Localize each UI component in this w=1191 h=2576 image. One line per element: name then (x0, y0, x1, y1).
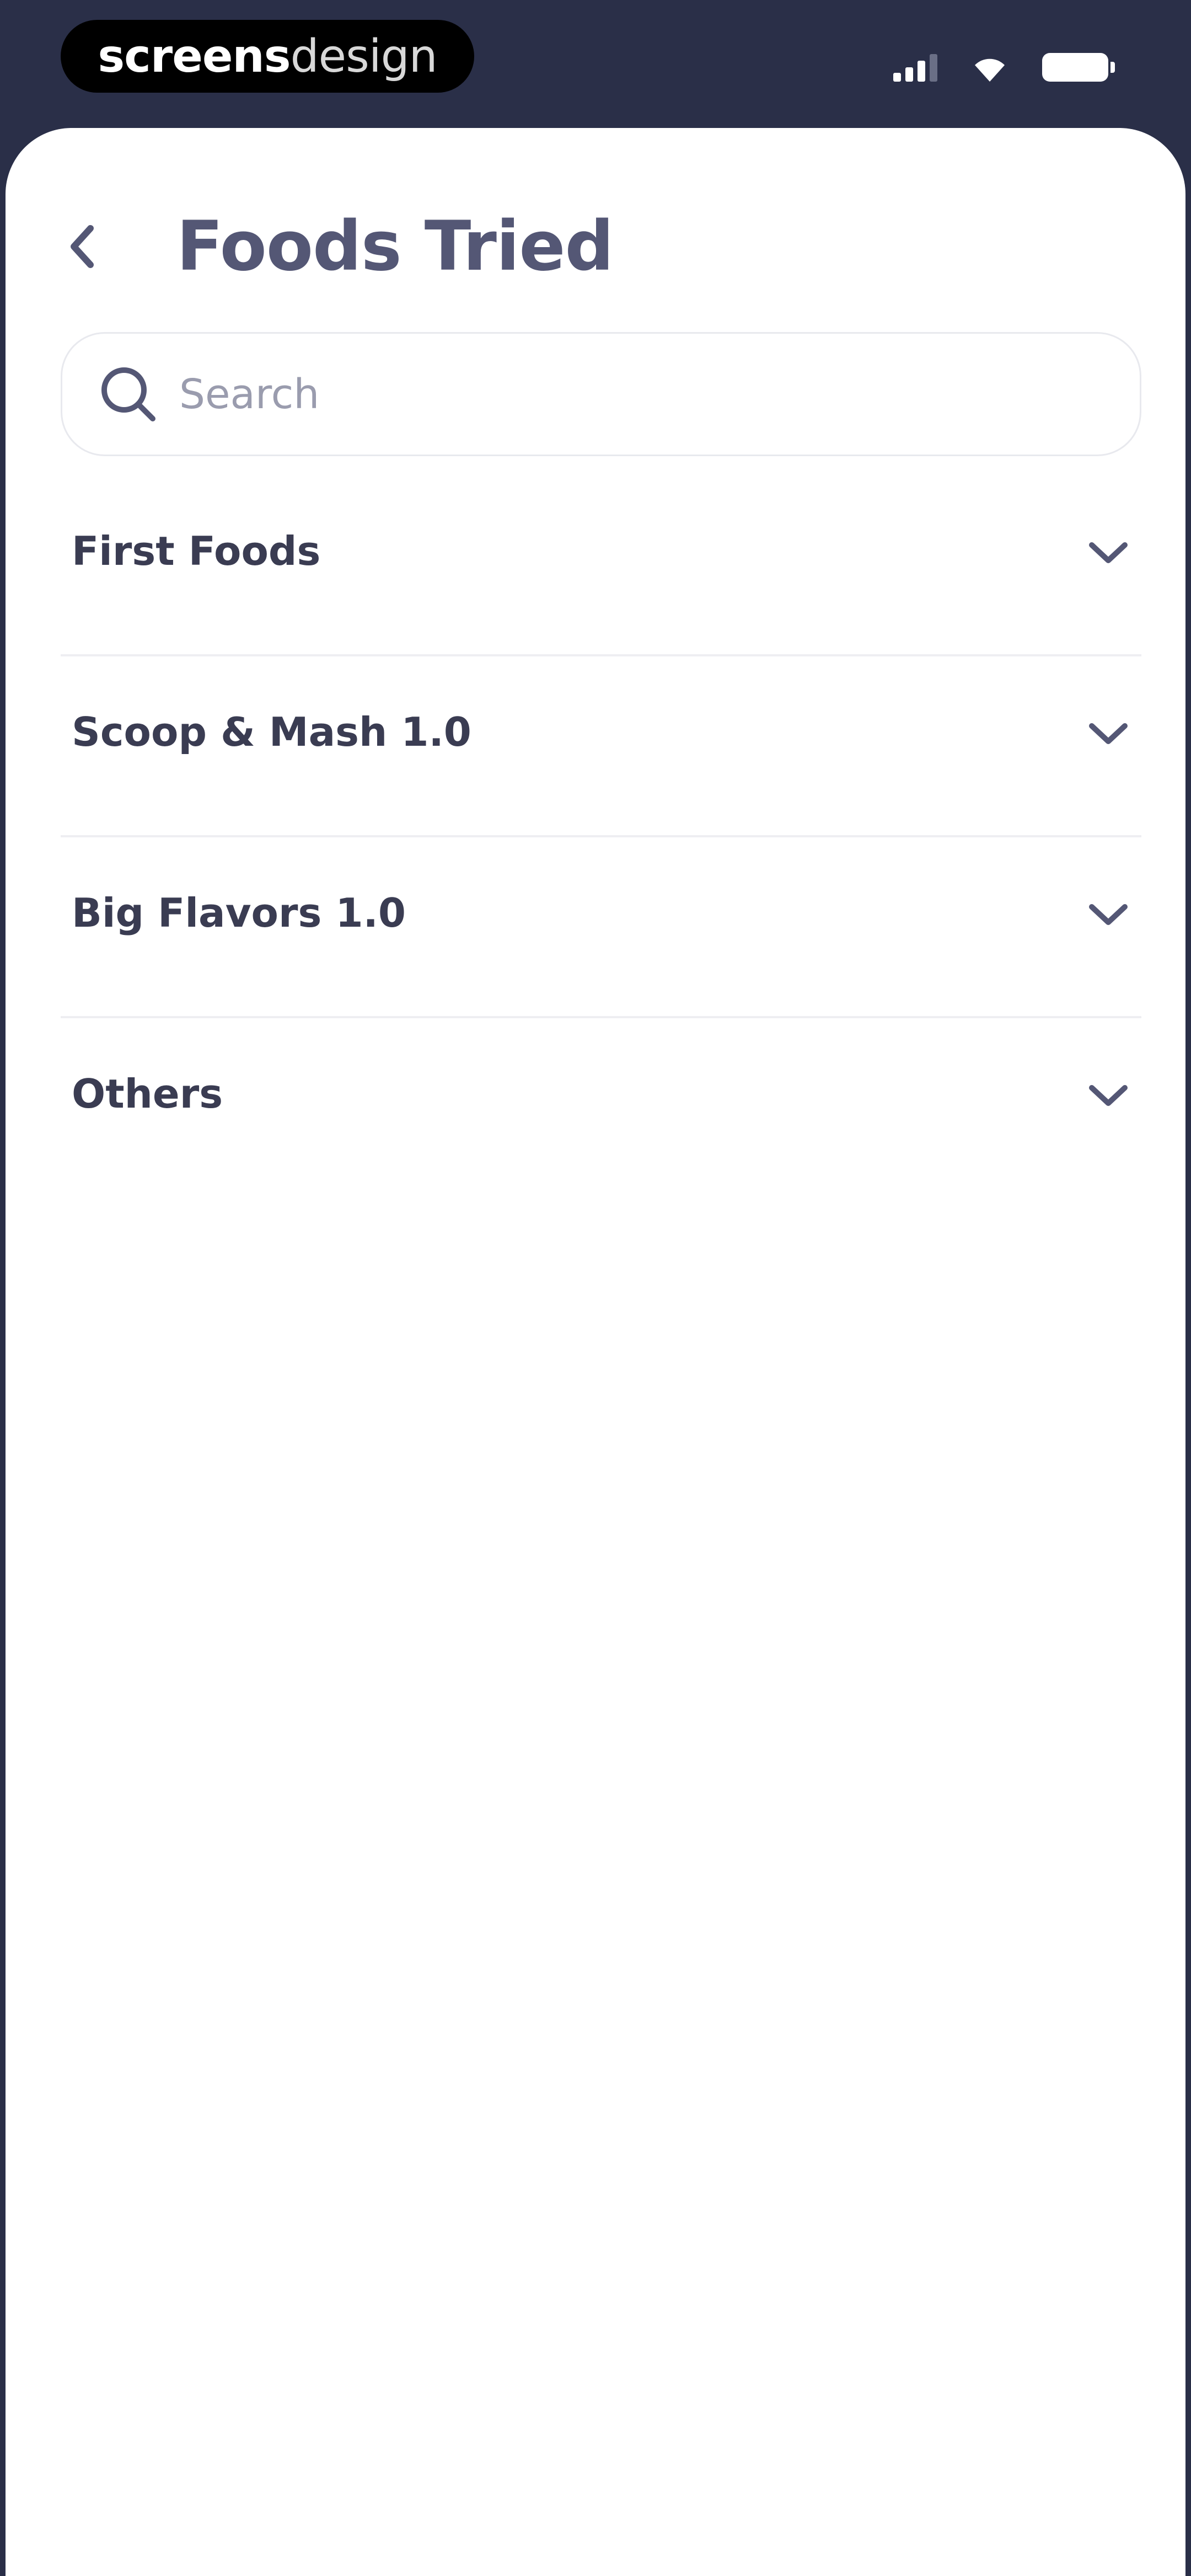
chevron-down-icon (1081, 890, 1136, 939)
watermark-part1: screens (98, 30, 291, 83)
status-icons (893, 51, 1115, 84)
category-row-first-foods[interactable]: First Foods (61, 475, 1141, 656)
chevron-down-icon (1081, 1071, 1136, 1120)
search-input[interactable] (178, 360, 1140, 428)
category-label: Big Flavors 1.0 (72, 890, 406, 936)
watermark-part2: design (290, 30, 438, 83)
wifi-icon (975, 58, 1005, 82)
screensdesign-watermark: screens design (61, 20, 474, 93)
status-bar: screens design (0, 0, 1191, 132)
page-title: Foods Tried (176, 207, 614, 286)
food-category-list: First Foods Scoop & Mash 1.0 Big Flavors… (61, 475, 1141, 1199)
category-label: Scoop & Mash 1.0 (72, 709, 471, 755)
category-label: First Foods (72, 528, 321, 574)
search-bar[interactable] (61, 332, 1141, 456)
cellular-signal-icon (893, 53, 937, 82)
chevron-left-icon (71, 225, 94, 268)
category-row-others[interactable]: Others (61, 1018, 1141, 1199)
category-label: Others (72, 1071, 223, 1117)
category-row-scoop-mash[interactable]: Scoop & Mash 1.0 (61, 656, 1141, 837)
search-icon (95, 361, 162, 427)
chevron-down-icon (1081, 528, 1136, 578)
back-button[interactable] (66, 208, 121, 285)
content-sheet: Foods Tried First Foods Scoop & Mash 1.0… (6, 128, 1185, 2576)
chevron-down-icon (1081, 709, 1136, 758)
category-row-big-flavors[interactable]: Big Flavors 1.0 (61, 837, 1141, 1018)
page-header: Foods Tried (66, 200, 614, 293)
battery-icon (1042, 53, 1115, 82)
